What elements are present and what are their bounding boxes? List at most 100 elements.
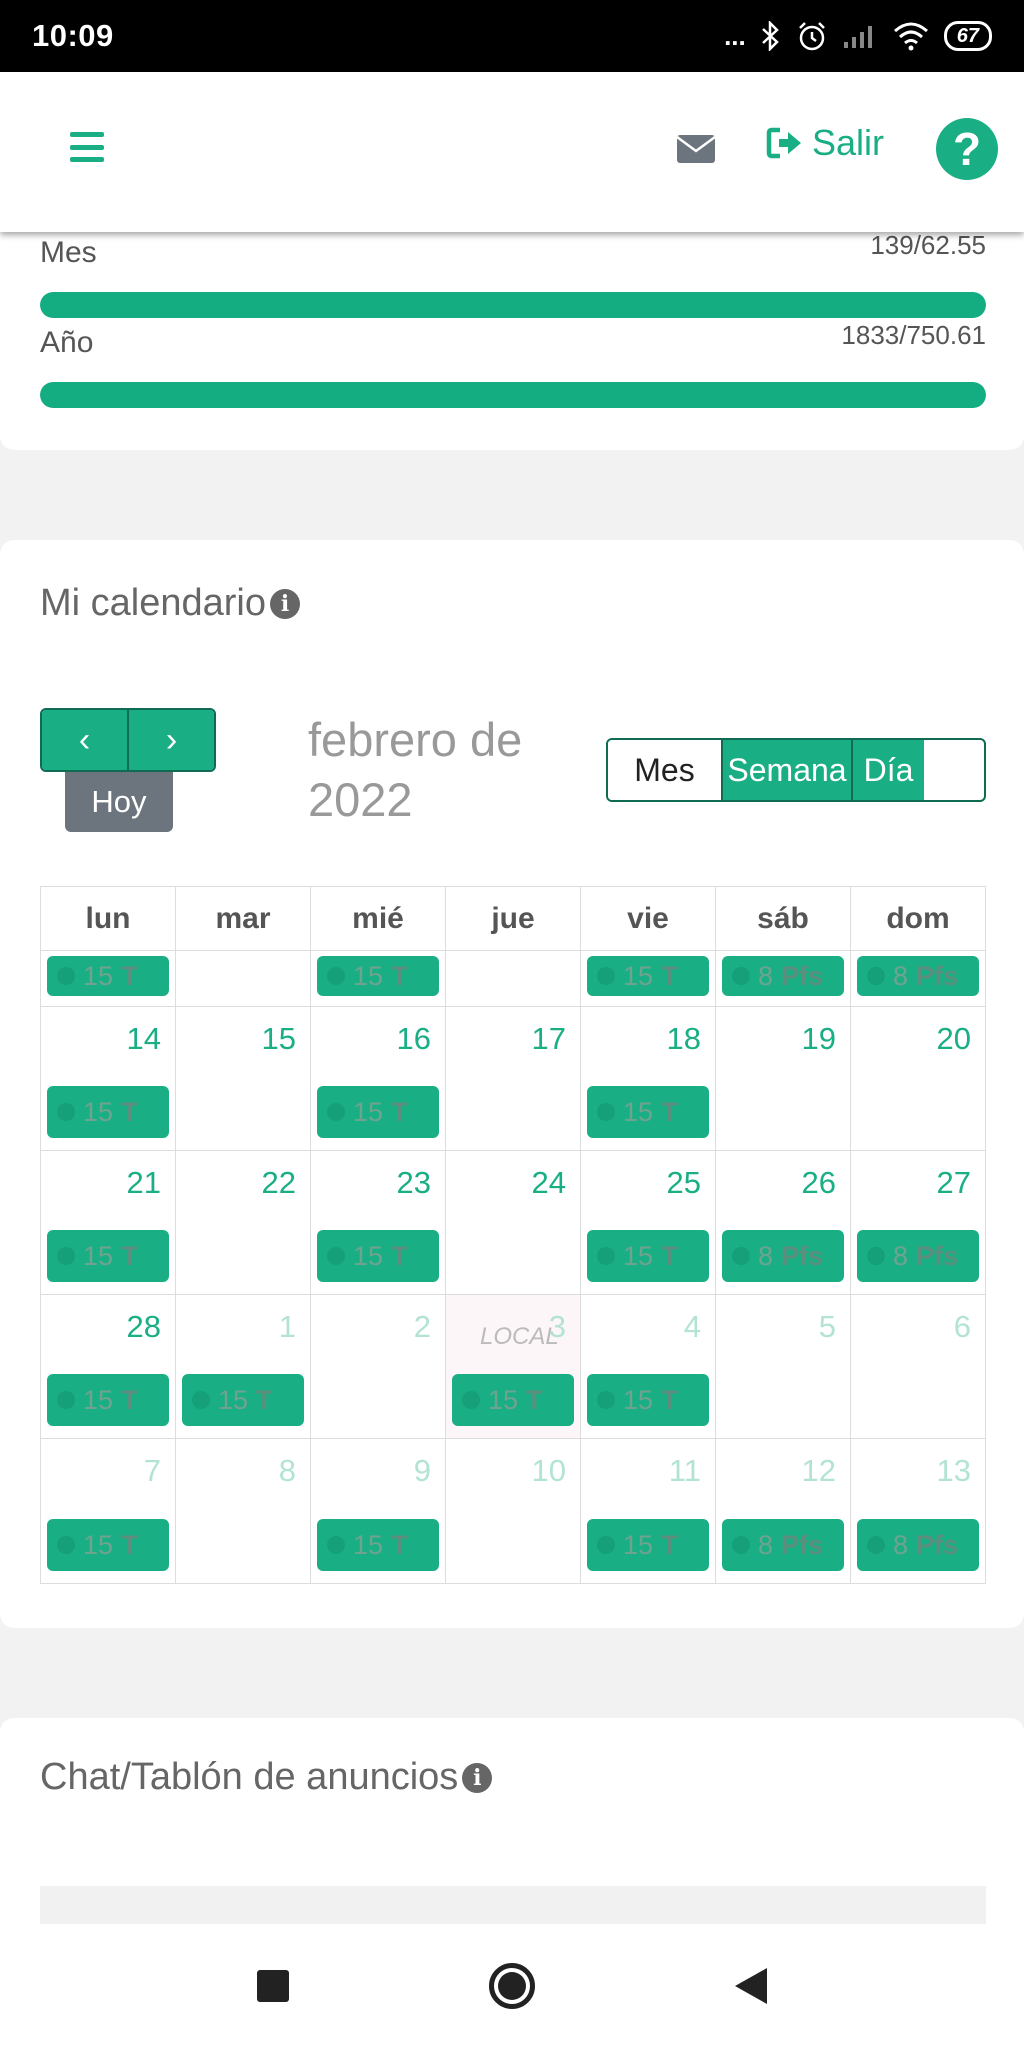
- calendar-event[interactable]: 15 T: [317, 1519, 439, 1571]
- day-cell[interactable]: 15 T: [310, 951, 445, 1006]
- calendar-event[interactable]: 8 Pfs: [857, 956, 979, 996]
- day-cell[interactable]: [445, 951, 580, 1006]
- day-cell[interactable]: 20: [850, 1007, 985, 1150]
- day-cell[interactable]: 14 15 T: [41, 1007, 175, 1150]
- calendar-event[interactable]: 15 T: [47, 1519, 169, 1571]
- next-month-button[interactable]: ›: [127, 710, 214, 770]
- prev-month-button[interactable]: ‹: [42, 710, 127, 770]
- calendar-event[interactable]: 15 T: [587, 1374, 709, 1426]
- calendar-event[interactable]: 15 T: [182, 1374, 304, 1426]
- calendar-event[interactable]: 15 T: [587, 1230, 709, 1282]
- calendar-event[interactable]: 15 T: [452, 1374, 574, 1426]
- day-cell[interactable]: 10: [445, 1439, 580, 1583]
- day-cell[interactable]: 22: [175, 1151, 310, 1294]
- calendar-event[interactable]: 8 Pfs: [722, 956, 844, 996]
- day-number[interactable]: 6: [954, 1309, 971, 1345]
- day-number[interactable]: 1: [279, 1309, 296, 1345]
- day-number[interactable]: 26: [802, 1165, 836, 1201]
- chat-info-icon[interactable]: i: [462, 1762, 493, 1793]
- day-cell[interactable]: 16 15 T: [310, 1007, 445, 1150]
- day-cell[interactable]: 21 15 T: [41, 1151, 175, 1294]
- calendar-event[interactable]: 15 T: [317, 1230, 439, 1282]
- day-number[interactable]: 17: [532, 1021, 566, 1057]
- home-icon[interactable]: [489, 1963, 535, 2009]
- day-number[interactable]: 2: [414, 1309, 431, 1345]
- day-cell[interactable]: 15: [175, 1007, 310, 1150]
- day-number[interactable]: 24: [532, 1165, 566, 1201]
- day-number[interactable]: 21: [127, 1165, 161, 1201]
- info-icon[interactable]: i: [270, 588, 300, 619]
- day-cell[interactable]: 5: [715, 1295, 850, 1438]
- logout-button[interactable]: Salir: [766, 122, 884, 164]
- day-number[interactable]: 22: [262, 1165, 296, 1201]
- calendar-event[interactable]: 15 T: [317, 1086, 439, 1138]
- day-cell[interactable]: 27 8 Pfs: [850, 1151, 985, 1294]
- day-number[interactable]: 20: [937, 1021, 971, 1057]
- day-number[interactable]: 4: [684, 1309, 701, 1345]
- day-cell[interactable]: 11 15 T: [580, 1439, 715, 1583]
- today-button[interactable]: Hoy: [65, 772, 173, 832]
- day-number[interactable]: 16: [397, 1021, 431, 1057]
- day-cell[interactable]: 12 8 Pfs: [715, 1439, 850, 1583]
- day-number[interactable]: 14: [127, 1021, 161, 1057]
- day-cell[interactable]: 24: [445, 1151, 580, 1294]
- calendar-event[interactable]: 15 T: [47, 1230, 169, 1282]
- day-cell[interactable]: 28 15 T: [41, 1295, 175, 1438]
- day-cell[interactable]: 13 8 Pfs: [850, 1439, 985, 1583]
- view-mes-button[interactable]: Mes: [608, 740, 721, 800]
- day-number[interactable]: 11: [669, 1453, 701, 1489]
- calendar-event[interactable]: 15 T: [587, 1086, 709, 1138]
- help-button[interactable]: ?: [936, 118, 998, 180]
- day-number[interactable]: 7: [144, 1453, 161, 1489]
- day-number[interactable]: 18: [667, 1021, 701, 1057]
- day-cell[interactable]: 25 15 T: [580, 1151, 715, 1294]
- calendar-event[interactable]: 8 Pfs: [857, 1230, 979, 1282]
- day-number[interactable]: 13: [937, 1453, 971, 1489]
- day-number[interactable]: 19: [802, 1021, 836, 1057]
- day-cell[interactable]: 8 Pfs: [850, 951, 985, 1006]
- calendar-event[interactable]: 15 T: [587, 1519, 709, 1571]
- day-cell[interactable]: 2: [310, 1295, 445, 1438]
- day-cell[interactable]: 3 LOCAL 15 T: [445, 1295, 580, 1438]
- hamburger-menu-icon[interactable]: [70, 132, 104, 162]
- view-dia-button[interactable]: Día: [851, 740, 924, 800]
- calendar-event[interactable]: 15 T: [47, 1374, 169, 1426]
- day-number[interactable]: 10: [532, 1453, 566, 1489]
- day-number[interactable]: 23: [397, 1165, 431, 1201]
- day-cell[interactable]: 8 Pfs: [715, 951, 850, 1006]
- view-semana-button[interactable]: Semana: [721, 740, 851, 800]
- day-cell[interactable]: 8: [175, 1439, 310, 1583]
- day-number[interactable]: 15: [262, 1021, 296, 1057]
- calendar-event[interactable]: 8 Pfs: [857, 1519, 979, 1571]
- day-number[interactable]: 25: [667, 1165, 701, 1201]
- day-cell[interactable]: [175, 951, 310, 1006]
- day-number[interactable]: 28: [127, 1309, 161, 1345]
- day-number[interactable]: 8: [279, 1453, 296, 1489]
- day-cell[interactable]: 18 15 T: [580, 1007, 715, 1150]
- day-cell[interactable]: 26 8 Pfs: [715, 1151, 850, 1294]
- day-cell[interactable]: 15 T: [41, 951, 175, 1006]
- mail-icon[interactable]: [676, 134, 716, 164]
- day-cell[interactable]: 9 15 T: [310, 1439, 445, 1583]
- calendar-event[interactable]: 15 T: [47, 956, 169, 996]
- day-number[interactable]: 12: [802, 1453, 836, 1489]
- day-cell[interactable]: 4 15 T: [580, 1295, 715, 1438]
- calendar-event[interactable]: 15 T: [587, 956, 709, 996]
- day-cell[interactable]: 17: [445, 1007, 580, 1150]
- day-cell[interactable]: 6: [850, 1295, 985, 1438]
- calendar-event[interactable]: 8 Pfs: [722, 1230, 844, 1282]
- day-cell[interactable]: 23 15 T: [310, 1151, 445, 1294]
- day-cell[interactable]: 1 15 T: [175, 1295, 310, 1438]
- calendar-event[interactable]: 8 Pfs: [722, 1519, 844, 1571]
- day-number[interactable]: 27: [937, 1165, 971, 1201]
- recents-icon[interactable]: [257, 1970, 289, 2002]
- calendar-event[interactable]: 15 T: [317, 956, 439, 996]
- day-cell[interactable]: 15 T: [580, 951, 715, 1006]
- calendar-event[interactable]: 15 T: [47, 1086, 169, 1138]
- day-number[interactable]: 9: [414, 1453, 431, 1489]
- event-count: 15: [218, 1384, 249, 1415]
- day-cell[interactable]: 19: [715, 1007, 850, 1150]
- day-cell[interactable]: 7 15 T: [41, 1439, 175, 1583]
- day-number[interactable]: 5: [819, 1309, 836, 1345]
- back-icon[interactable]: [735, 1968, 767, 2004]
